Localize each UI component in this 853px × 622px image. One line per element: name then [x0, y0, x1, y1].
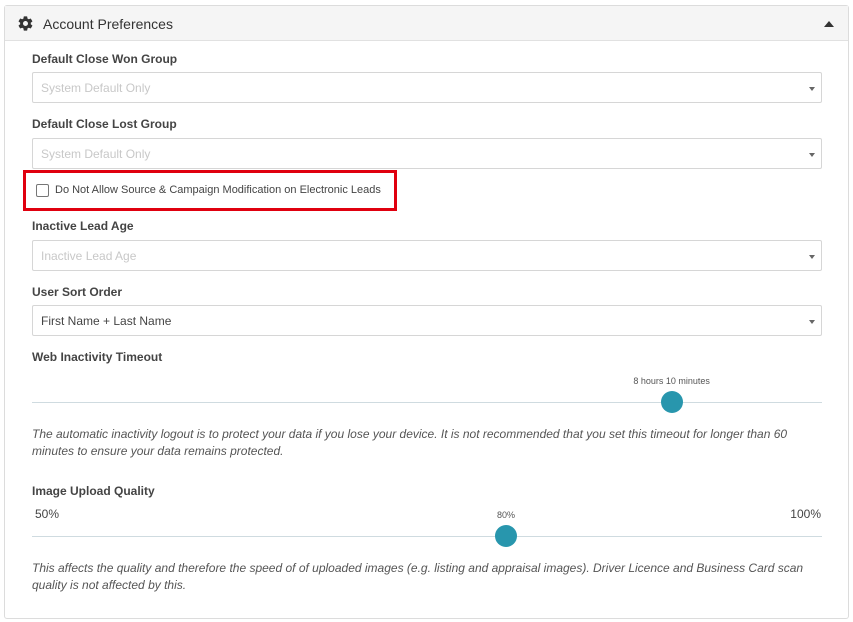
timeout-value-label: 8 hours 10 minutes	[633, 376, 710, 386]
sort-order-select[interactable]: First Name + Last Name	[32, 305, 822, 336]
inactive-age-select[interactable]: Inactive Lead Age	[32, 240, 822, 271]
panel-header[interactable]: Account Preferences	[5, 6, 848, 41]
image-quality-slider-track[interactable]	[32, 536, 822, 537]
sort-order-label: User Sort Order	[32, 285, 123, 299]
account-preferences-panel: Account Preferences Default Close Won Gr…	[4, 5, 849, 619]
gear-icon	[18, 16, 33, 31]
caret-up-icon[interactable]	[824, 21, 834, 27]
timeout-label: Web Inactivity Timeout	[32, 350, 163, 364]
close-won-label: Default Close Won Group	[32, 52, 178, 66]
caret-down-icon	[809, 87, 815, 91]
inactive-age-label: Inactive Lead Age	[32, 219, 134, 233]
timeout-slider-handle[interactable]	[660, 391, 683, 413]
timeout-slider-track[interactable]	[32, 402, 822, 403]
caret-down-icon	[809, 320, 815, 324]
panel-title: Account Preferences	[43, 16, 173, 32]
image-quality-value-label: 80%	[497, 510, 516, 520]
image-quality-label: Image Upload Quality	[32, 484, 155, 498]
close-won-value: System Default Only	[41, 81, 151, 95]
image-quality-help-text: This affects the quality and therefore t…	[32, 561, 804, 592]
source-mod-label[interactable]: Do Not Allow Source & Campaign Modificat…	[55, 184, 381, 196]
source-mod-checkbox[interactable]	[36, 184, 49, 197]
close-won-select[interactable]: System Default Only	[32, 72, 822, 103]
image-quality-max: 100%	[790, 507, 821, 521]
close-lost-select[interactable]: System Default Only	[32, 138, 822, 169]
image-quality-min: 50%	[35, 507, 60, 521]
close-lost-value: System Default Only	[41, 147, 151, 161]
close-lost-label: Default Close Lost Group	[32, 117, 177, 131]
timeout-help-text: The automatic inactivity logout is to pr…	[32, 427, 788, 458]
caret-down-icon	[809, 255, 815, 259]
sort-order-value: First Name + Last Name	[41, 314, 172, 328]
caret-down-icon	[809, 153, 815, 157]
image-quality-slider-handle[interactable]	[495, 525, 517, 547]
inactive-age-value: Inactive Lead Age	[41, 249, 137, 263]
